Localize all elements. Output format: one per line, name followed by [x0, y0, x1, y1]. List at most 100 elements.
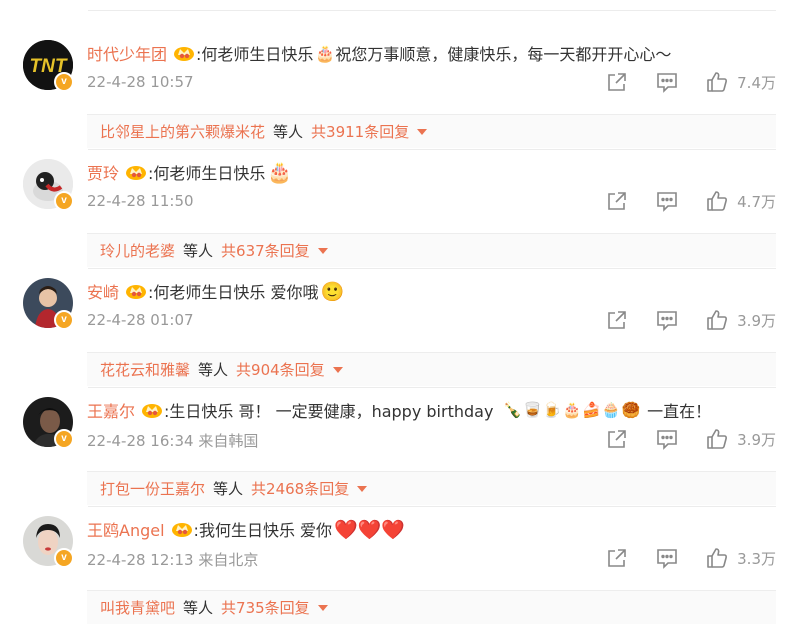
chevron-down-icon[interactable] — [417, 128, 428, 135]
top-divider — [88, 10, 776, 11]
share-icon[interactable] — [605, 546, 629, 570]
reply-count-link[interactable]: 共3911条回复 — [311, 121, 409, 142]
reply-count-link[interactable]: 共904条回复 — [236, 359, 325, 380]
like-count: 3.9万 — [737, 430, 776, 449]
comment-username[interactable]: 王鸥Angel — [87, 517, 165, 541]
like-count: 7.4万 — [737, 73, 776, 92]
comment-line: 贾玲 :何老师生日快乐 🎂 — [87, 158, 292, 186]
chevron-down-icon[interactable] — [332, 366, 343, 373]
comment-line: 王鸥Angel :我何生日快乐 爱你 ❤️❤️❤️ — [87, 515, 405, 543]
comment-item: v 贾玲 :何老师生日快乐 🎂 22-4-28 11:50 4.7万 玲儿的老婆… — [0, 149, 800, 268]
like-button[interactable]: 7.4万 — [705, 70, 776, 94]
comment-text-continued: 一直在！ — [647, 402, 712, 421]
comment-text-continued: 祝您万事顺意，健康快乐，每一天都开开心心～ — [335, 45, 672, 64]
emoji: 🍾🥃🍺🎂🍰🧁🥮 — [503, 401, 642, 419]
comment-time: 22-4-28 11:50 — [87, 192, 194, 210]
comment-actions: 4.7万 — [605, 189, 776, 213]
comment-item: v 王鸥Angel :我何生日快乐 爱你 ❤️❤️❤️ 22-4-28 12:1… — [0, 506, 800, 625]
comment-username[interactable]: 安崎 — [87, 279, 119, 303]
verified-badge: v — [54, 310, 74, 330]
verified-badge: v — [54, 429, 74, 449]
chevron-down-icon[interactable] — [317, 247, 328, 254]
comment-time: 22-4-28 10:57 — [87, 73, 194, 91]
verified-badge: v — [54, 191, 74, 211]
share-icon[interactable] — [605, 189, 629, 213]
like-count: 3.3万 — [737, 549, 776, 568]
crown-icon — [174, 47, 195, 61]
comment-item: v 王嘉尔 :生日快乐 哥！ 一定要健康，happy birthday 🍾🥃🍺🎂… — [0, 387, 800, 506]
reply-username[interactable]: 花花云和雅馨 — [100, 359, 190, 380]
comment-time: 22-4-28 01:07 — [87, 311, 194, 329]
emoji: 🙂 — [320, 280, 345, 303]
comment-icon[interactable] — [655, 546, 679, 570]
replies-summary[interactable]: 玲儿的老婆 等人 共637条回复 — [87, 233, 776, 267]
comment-icon[interactable] — [655, 189, 679, 213]
comment-text: :我何生日快乐 爱你 — [193, 521, 333, 540]
comment-actions: 3.9万 — [605, 308, 776, 332]
share-icon[interactable] — [605, 427, 629, 451]
reply-username[interactable]: 玲儿的老婆 — [100, 240, 175, 261]
comment-icon[interactable] — [655, 427, 679, 451]
replies-summary[interactable]: 花花云和雅馨 等人 共904条回复 — [87, 352, 776, 386]
like-button[interactable]: 3.9万 — [705, 427, 776, 451]
reply-username[interactable]: 叫我青黛吧 — [100, 597, 175, 618]
comment-location: 来自韩国 — [198, 432, 259, 450]
share-icon[interactable] — [605, 70, 629, 94]
comment-username[interactable]: 贾玲 — [87, 160, 119, 184]
comment-actions: 7.4万 — [605, 70, 776, 94]
comment-meta: 22-4-28 10:57 — [87, 73, 194, 91]
emoji: 🎂 — [315, 43, 336, 63]
crown-icon — [126, 285, 147, 299]
comment-icon[interactable] — [655, 308, 679, 332]
reply-count-link[interactable]: 共2468条回复 — [251, 478, 349, 499]
replies-summary[interactable]: 比邻星上的第六颗爆米花 等人 共3911条回复 — [87, 114, 776, 148]
replies-summary[interactable]: 叫我青黛吧 等人 共735条回复 — [87, 590, 776, 624]
like-button[interactable]: 3.9万 — [705, 308, 776, 332]
like-button[interactable]: 3.3万 — [705, 546, 776, 570]
comment-meta: 22-4-28 11:50 — [87, 192, 194, 210]
chevron-down-icon[interactable] — [317, 604, 328, 611]
comment-username[interactable]: 王嘉尔 — [87, 398, 135, 422]
thumbs-up-icon — [707, 429, 728, 449]
comment-item: TNT v 时代少年团 :何老师生日快乐 🎂 祝您万事顺意，健康快乐，每一天都开… — [0, 30, 800, 149]
comment-text: :生日快乐 哥！ 一定要健康，happy birthday — [164, 402, 494, 421]
verified-badge: v — [54, 548, 74, 568]
reply-username[interactable]: 打包一份王嘉尔 — [100, 478, 205, 499]
reply-count-link[interactable]: 共735条回复 — [221, 597, 310, 618]
comment-meta: 22-4-28 16:34 来自韩国 — [87, 430, 258, 451]
comment-meta: 22-4-28 12:13 来自北京 — [87, 549, 258, 570]
like-count: 4.7万 — [737, 192, 776, 211]
comment-username[interactable]: 时代少年团 — [87, 41, 167, 65]
comment-line: 时代少年团 :何老师生日快乐 🎂 祝您万事顺意，健康快乐，每一天都开开心心～ — [87, 39, 671, 67]
comment-line: 安崎 :何老师生日快乐 爱你哦 🙂 — [87, 277, 344, 305]
comment-time: 22-4-28 16:34 — [87, 432, 194, 450]
emoji: 🎂 — [267, 160, 293, 184]
thumbs-up-icon — [707, 548, 728, 568]
crown-icon — [171, 523, 192, 537]
comment-time: 22-4-28 12:13 — [87, 551, 194, 569]
chevron-down-icon[interactable] — [357, 485, 368, 492]
reply-others-label: 等人 — [273, 123, 304, 141]
emoji: ❤️❤️❤️ — [334, 518, 406, 541]
reply-username[interactable]: 比邻星上的第六颗爆米花 — [100, 121, 265, 142]
comment-meta: 22-4-28 01:07 — [87, 311, 194, 329]
crown-icon — [126, 166, 147, 180]
reply-others-label: 等人 — [183, 599, 214, 617]
comment-actions: 3.9万 — [605, 427, 776, 451]
share-icon[interactable] — [605, 308, 629, 332]
like-button[interactable]: 4.7万 — [705, 189, 776, 213]
verified-badge: v — [54, 72, 74, 92]
reply-others-label: 等人 — [183, 242, 214, 260]
comment-icon[interactable] — [655, 70, 679, 94]
comment-item: v 安崎 :何老师生日快乐 爱你哦 🙂 22-4-28 01:07 3.9万 花… — [0, 268, 800, 387]
crown-icon — [142, 404, 163, 418]
thumbs-up-icon — [707, 191, 728, 211]
comment-line: 王嘉尔 :生日快乐 哥！ 一定要健康，happy birthday 🍾🥃🍺🎂🍰🧁… — [87, 396, 711, 424]
comment-text: :何老师生日快乐 — [148, 164, 266, 183]
replies-summary[interactable]: 打包一份王嘉尔 等人 共2468条回复 — [87, 471, 776, 505]
like-count: 3.9万 — [737, 311, 776, 330]
comment-location: 来自北京 — [198, 551, 259, 569]
reply-others-label: 等人 — [198, 361, 229, 379]
reply-count-link[interactable]: 共637条回复 — [221, 240, 310, 261]
reply-others-label: 等人 — [213, 480, 244, 498]
